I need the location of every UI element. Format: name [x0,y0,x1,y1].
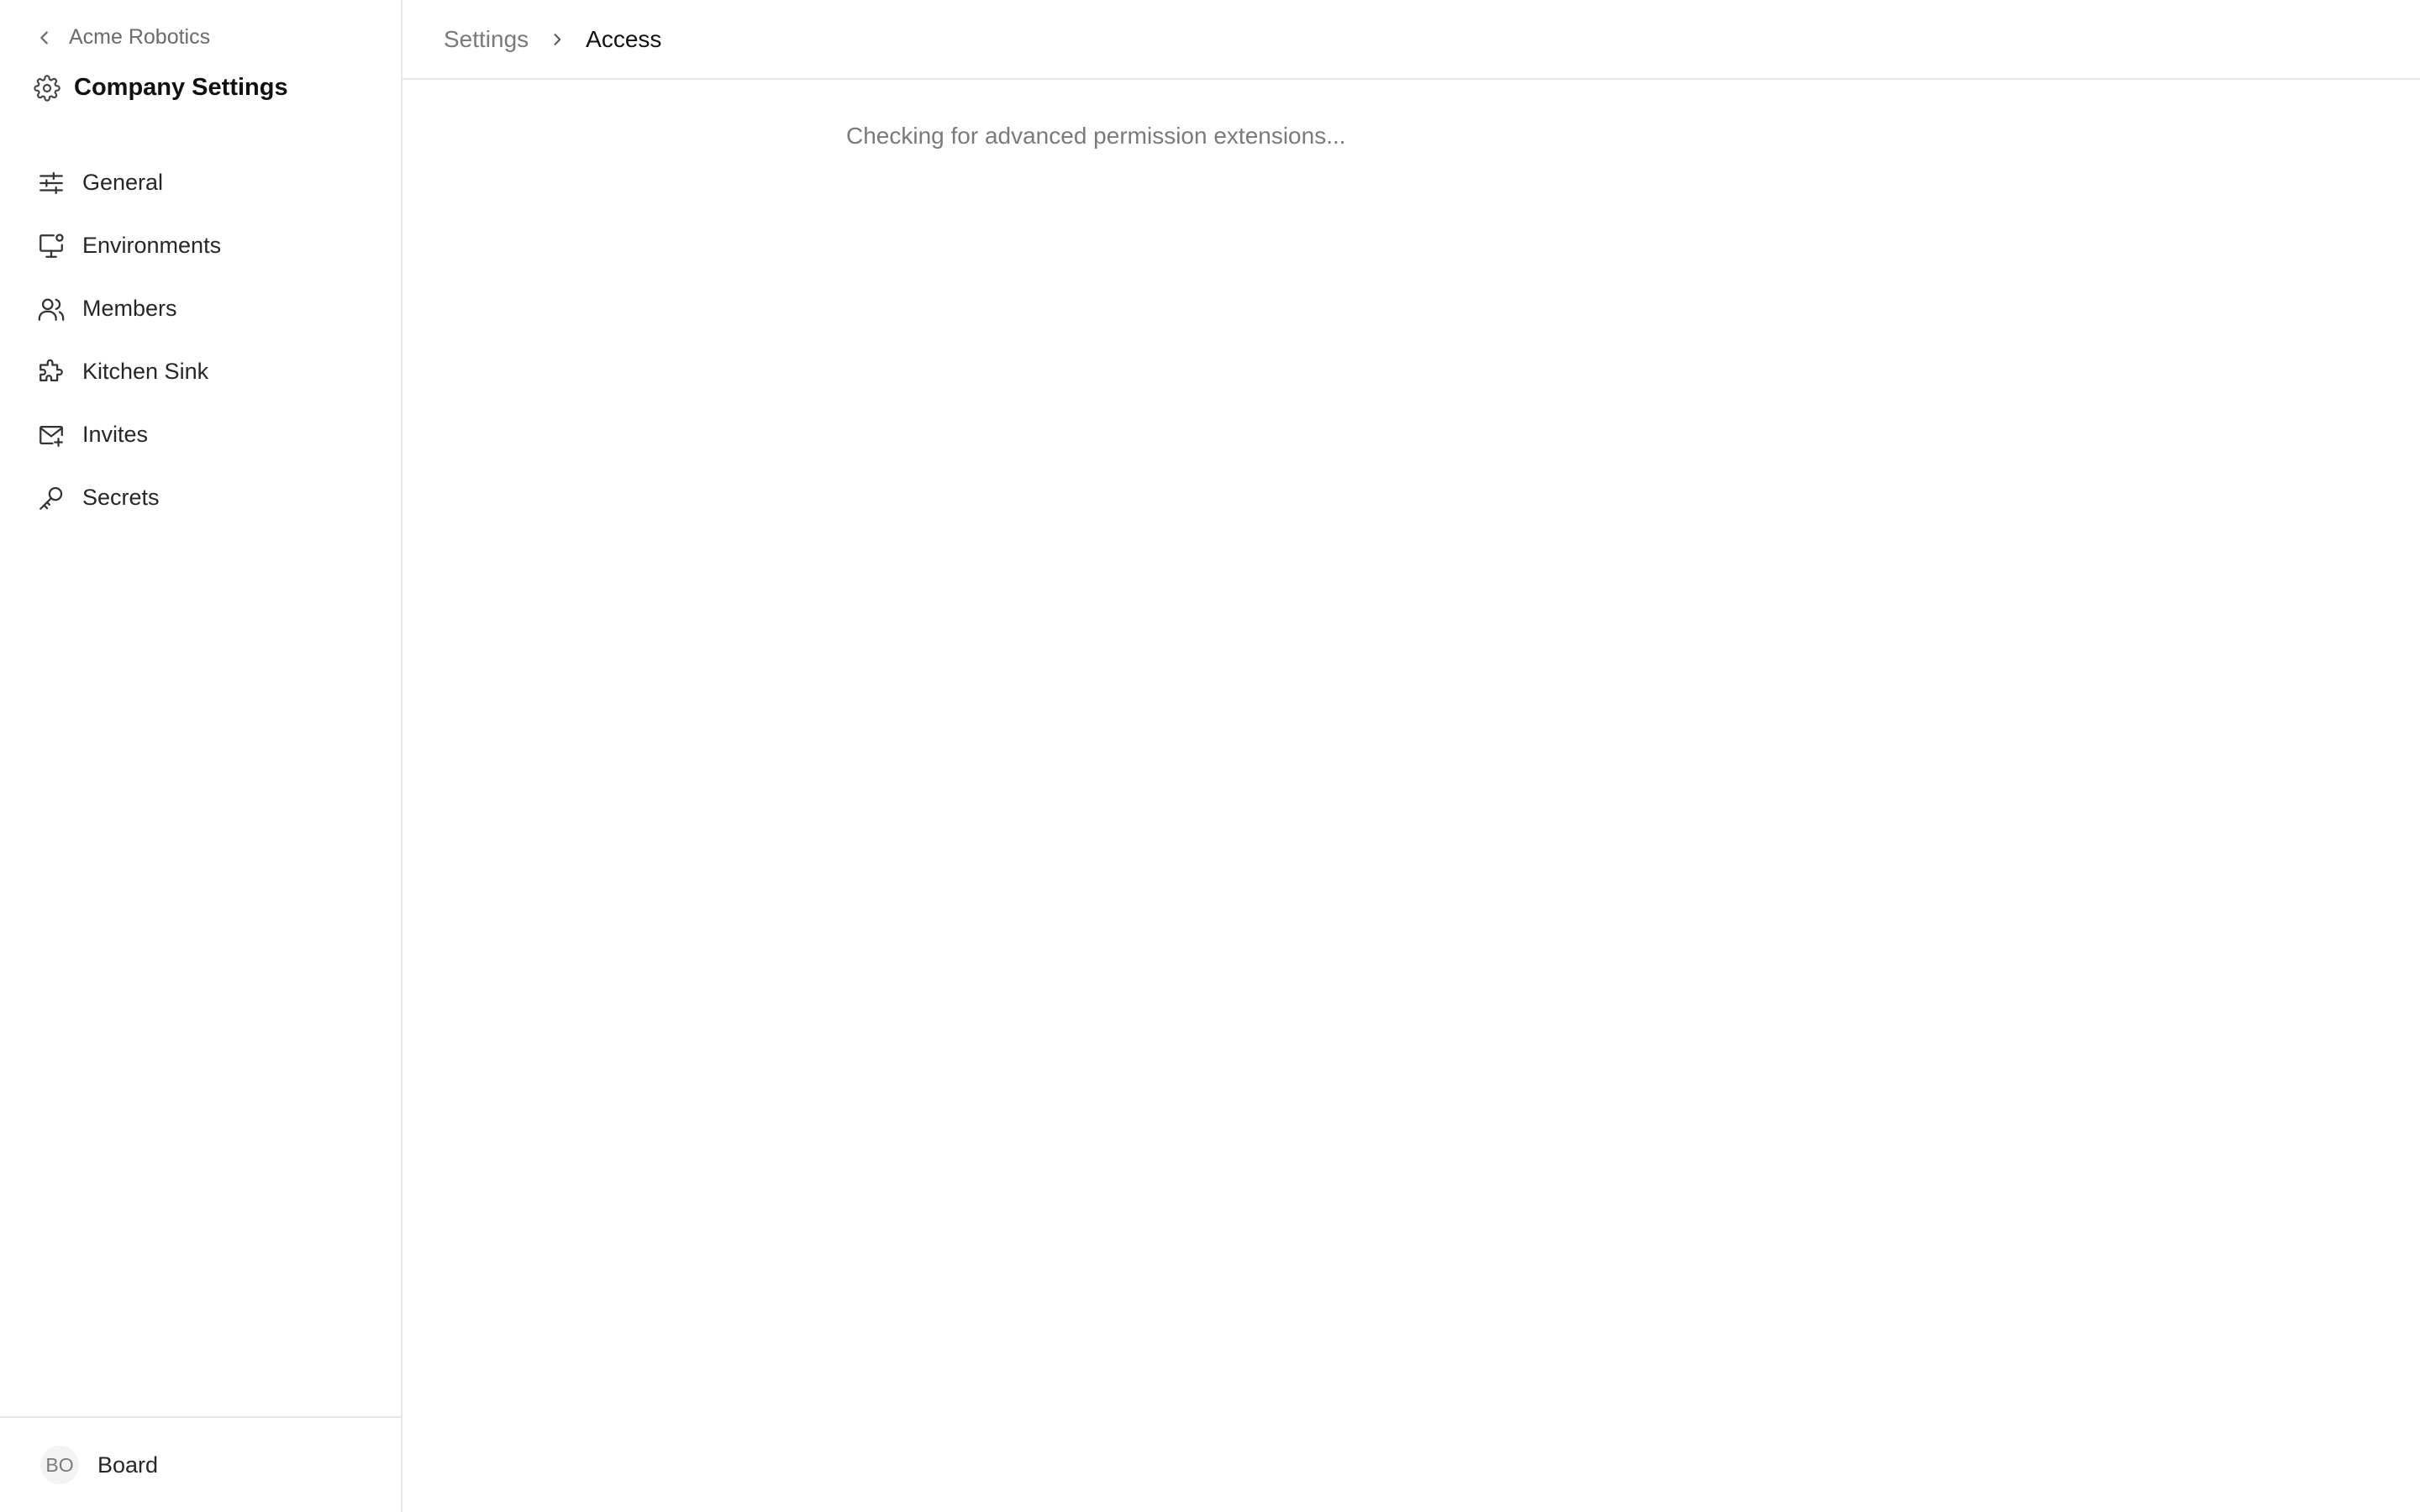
breadcrumb-current: Access [586,25,662,52]
loading-status-text: Checking for advanced permission extensi… [846,123,1346,149]
company-settings-title: Company Settings [74,74,288,101]
main-content: Settings Access Checking for advanced pe… [402,0,2420,1512]
back-to-org-link[interactable]: Acme Robotics [35,25,210,50]
breadcrumb: Settings Access [402,0,2420,80]
gear-icon [34,74,60,102]
sidebar-item-kitchen-sink[interactable]: Kitchen Sink [37,340,390,403]
key-icon [39,486,63,510]
puzzle-icon [39,359,63,381]
sidebar-item-label: Members [82,296,177,321]
app-window: Acme Robotics Company Settings General E… [0,0,2420,1512]
user-footer[interactable]: BO Board [0,1416,401,1512]
settings-nav: General Environments Members Kitchen Sin… [37,151,390,529]
chevron-left-icon [40,30,48,45]
sidebar-item-label: Kitchen Sink [82,359,209,384]
mail-plus-icon [39,425,63,447]
avatar: BO [40,1446,79,1484]
sidebar-item-label: Invites [82,422,149,447]
sidebar-item-label: General [82,170,164,195]
sidebar-item-secrets[interactable]: Secrets [37,466,390,529]
monitor-icon [39,233,64,258]
sidebar-item-label: Secrets [82,485,160,510]
sidebar-item-label: Environments [82,233,222,258]
sliders-icon [39,171,63,194]
breadcrumb-settings-link[interactable]: Settings [444,26,529,53]
page-title: Company Settings [34,74,288,102]
sidebar-item-invites[interactable]: Invites [37,403,390,466]
sidebar-item-environments[interactable]: Environments [37,214,390,277]
chevron-right-icon [549,31,566,48]
user-name: Board [97,1452,159,1478]
back-link-label: Acme Robotics [69,25,211,49]
sidebar-item-general[interactable]: General [37,151,390,214]
sidebar-item-members[interactable]: Members [37,277,390,340]
users-icon [38,298,65,321]
sidebar: Acme Robotics Company Settings General E… [0,0,402,1512]
